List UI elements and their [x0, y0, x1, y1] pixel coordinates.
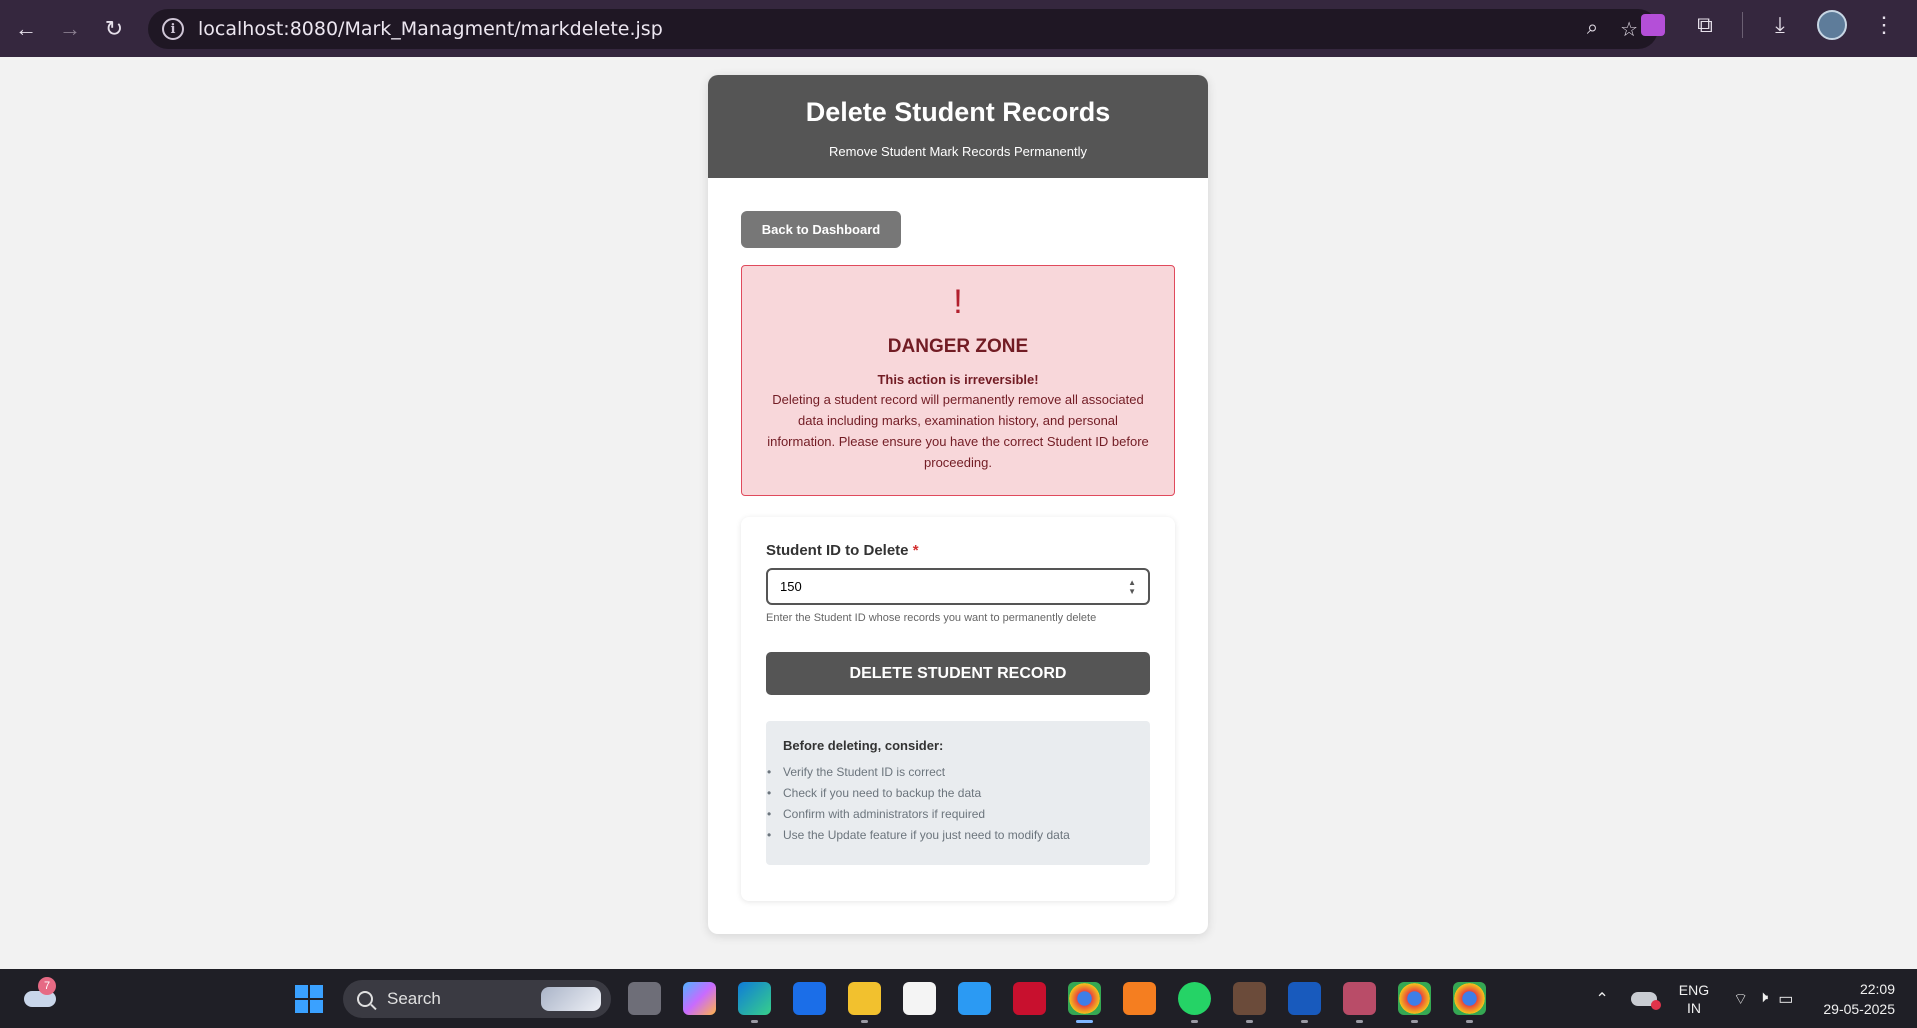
- danger-warning: This action is irreversible!: [877, 372, 1039, 387]
- reload-icon[interactable]: ↻: [92, 7, 136, 51]
- site-info-icon[interactable]: i: [162, 18, 184, 40]
- xampp-icon[interactable]: [1123, 982, 1156, 1015]
- chrome-profile-2-icon[interactable]: [1398, 982, 1431, 1023]
- exclamation-icon: !: [953, 283, 963, 321]
- profile-avatar[interactable]: [1817, 10, 1847, 40]
- search-highlight-image: [541, 987, 601, 1011]
- lang-region: IN: [1686, 999, 1701, 1016]
- edge-icon[interactable]: [738, 982, 771, 1023]
- weather-widget-icon[interactable]: 7: [24, 977, 58, 1009]
- start-windows-icon[interactable]: [295, 985, 323, 1013]
- list-item: Check if you need to backup the data: [767, 783, 1133, 804]
- language-indicator[interactable]: ENG IN: [1679, 981, 1709, 1017]
- consider-list: Verify the Student ID is correct Check i…: [767, 762, 1133, 846]
- url-text[interactable]: localhost:8080/Mark_Managment/markdelete…: [198, 18, 663, 40]
- consider-title: Before deleting, consider:: [783, 738, 944, 753]
- zoom-icon[interactable]: ⌕: [1587, 17, 1598, 42]
- danger-zone-alert: ! DANGER ZONE This action is irreversibl…: [741, 265, 1175, 496]
- copilot-icon[interactable]: [683, 982, 716, 1015]
- student-id-input[interactable]: [768, 570, 1148, 603]
- word-icon[interactable]: [1288, 982, 1321, 1023]
- clock-date: 29-05-2025: [1823, 1000, 1895, 1017]
- battery-icon: ▭: [1778, 990, 1794, 1008]
- search-label: Search: [387, 989, 441, 1008]
- number-spinner-icon[interactable]: ▲ ▼: [1128, 578, 1136, 596]
- student-id-field[interactable]: ▲▼: [766, 568, 1150, 605]
- code-editor-icon[interactable]: [1343, 982, 1376, 1023]
- back-arrow-icon[interactable]: ←: [4, 7, 48, 51]
- mcafee-icon[interactable]: [1013, 982, 1046, 1015]
- list-item: Confirm with administrators if required: [767, 804, 1133, 825]
- search-icon: [357, 991, 373, 1007]
- page-subtitle: Remove Student Mark Records Permanently: [829, 144, 1087, 159]
- consider-box: Before deleting, consider: Verify the St…: [766, 721, 1150, 865]
- menu-kebab-icon[interactable]: ⋮: [1869, 10, 1899, 40]
- address-bar[interactable]: i localhost:8080/Mark_Managment/markdele…: [148, 9, 1658, 49]
- windows-taskbar: 7 Search ⌃ ENG IN ⌔ 🕨 ▭ 22:09 29-05-2025: [0, 969, 1917, 1028]
- page-title: Delete Student Records: [805, 97, 1111, 127]
- list-item: Verify the Student ID is correct: [767, 762, 1133, 783]
- pinned-apps: [628, 982, 1486, 1023]
- onedrive-error-icon[interactable]: [1630, 991, 1661, 1010]
- get-help-icon[interactable]: [958, 982, 991, 1015]
- whatsapp-icon[interactable]: [1178, 982, 1211, 1023]
- extension-purple-icon[interactable]: [1638, 10, 1668, 40]
- clock[interactable]: 22:09 29-05-2025: [1823, 979, 1895, 1019]
- student-id-label: Student ID to Delete *: [766, 542, 1150, 559]
- clock-time: 22:09: [1859, 980, 1895, 997]
- download-icon[interactable]: ⤓: [1765, 10, 1795, 40]
- card-header: Delete Student Records Remove Student Ma…: [708, 75, 1208, 178]
- taskbar-search[interactable]: Search: [343, 980, 611, 1018]
- wifi-icon: ⌔: [1733, 990, 1749, 1008]
- toolbar-divider: [1742, 12, 1743, 38]
- back-to-dashboard-button[interactable]: Back to Dashboard: [741, 211, 901, 248]
- student-id-label-text: Student ID to Delete: [766, 542, 909, 559]
- bookmark-star-icon[interactable]: ☆: [1620, 17, 1638, 42]
- delete-student-record-button[interactable]: DELETE STUDENT RECORD: [766, 652, 1150, 695]
- microsoft-store-icon[interactable]: [903, 982, 936, 1015]
- quick-settings[interactable]: ⌔ 🕨 ▭: [1733, 989, 1793, 1009]
- card-body: Back to Dashboard ! DANGER ZONE This act…: [708, 178, 1208, 901]
- delete-card: Delete Student Records Remove Student Ma…: [708, 75, 1208, 934]
- myhp-icon[interactable]: [793, 982, 826, 1015]
- chevron-up-icon[interactable]: ⌃: [1595, 989, 1608, 1009]
- forward-arrow-icon[interactable]: →: [48, 7, 92, 51]
- chrome-icon[interactable]: [1068, 982, 1101, 1023]
- danger-description: Deleting a student record will permanent…: [767, 392, 1149, 470]
- delete-form: Student ID to Delete * ▲▼ Enter the Stud…: [741, 517, 1175, 901]
- system-tray: ⌃ ENG IN ⌔ 🕨 ▭ 22:09 29-05-2025: [1595, 969, 1917, 1028]
- list-item: Use the Update feature if you just need …: [767, 825, 1133, 846]
- game-app-icon[interactable]: [1233, 982, 1266, 1023]
- task-view-icon[interactable]: [628, 982, 661, 1015]
- chrome-profile-3-icon[interactable]: [1453, 982, 1486, 1023]
- required-asterisk: *: [912, 542, 919, 559]
- danger-title: DANGER ZONE: [887, 336, 1029, 357]
- student-id-help: Enter the Student ID whose records you w…: [766, 612, 1097, 624]
- volume-muted-icon: 🕨: [1758, 988, 1769, 1006]
- lang-code: ENG: [1678, 981, 1710, 998]
- file-explorer-icon[interactable]: [848, 982, 881, 1023]
- notification-badge: 7: [38, 977, 56, 995]
- extensions-puzzle-icon[interactable]: ⧉: [1690, 10, 1720, 40]
- browser-toolbar: ← → ↻ i localhost:8080/Mark_Managment/ma…: [0, 0, 1917, 57]
